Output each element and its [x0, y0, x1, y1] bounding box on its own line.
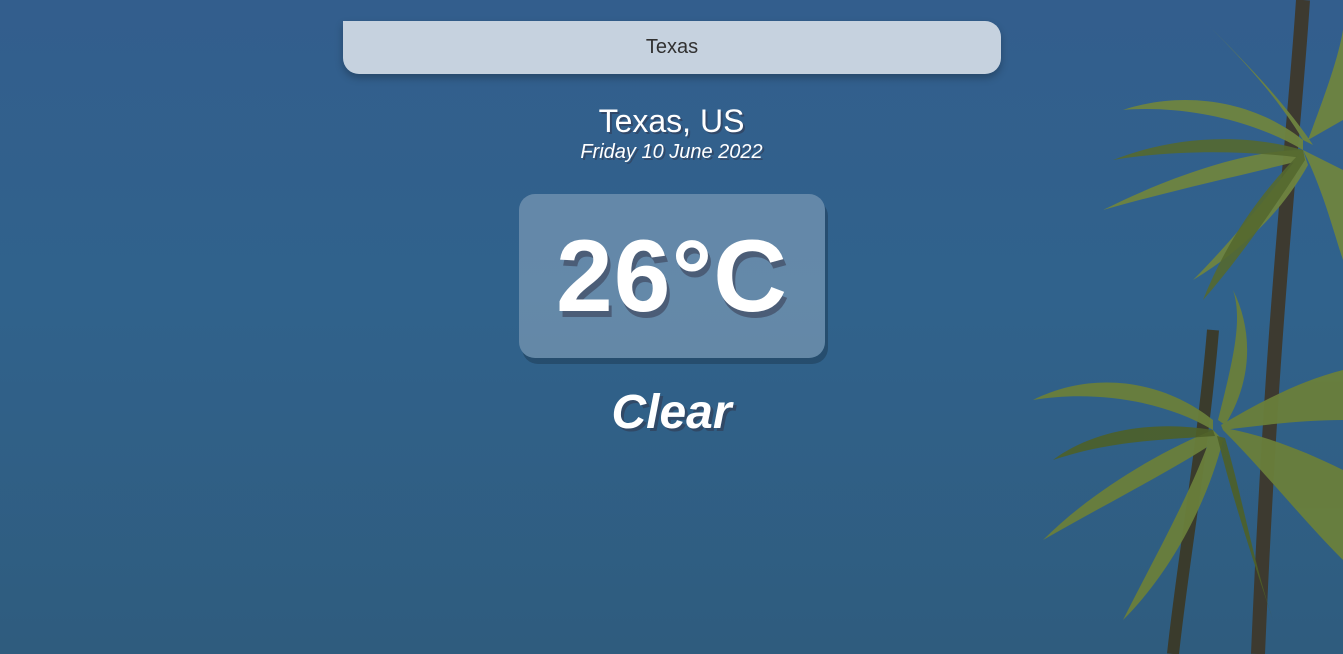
temperature-value: 26°C [556, 218, 788, 333]
temperature-box: 26°C [519, 194, 825, 358]
location-name: Texas, US [598, 103, 745, 139]
current-date: Friday 10 June 2022 [580, 141, 763, 163]
search-bar [343, 20, 1001, 75]
search-input[interactable] [343, 20, 1001, 75]
weather-app: Texas, US Friday 10 June 2022 26°C Clear [0, 0, 1343, 654]
weather-condition: Clear [611, 386, 732, 439]
